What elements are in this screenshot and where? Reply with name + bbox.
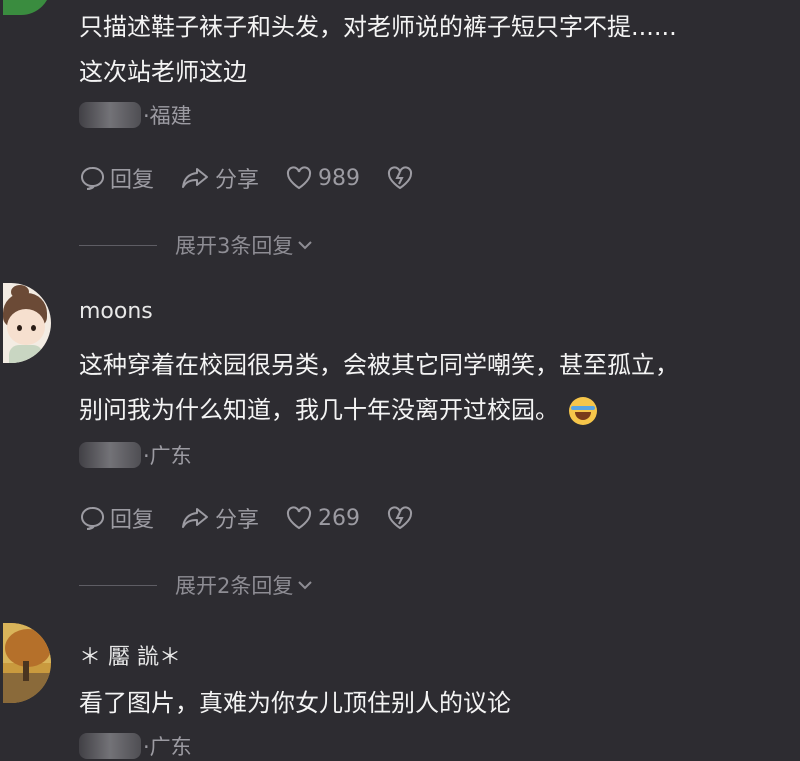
comment-text-line: 这种穿着在校园很另类，会被其它同学嘲笑，甚至孤立， [79,351,679,379]
comment-location: ·广东 [79,440,192,470]
avatar[interactable] [3,283,51,363]
comment-text-line: 看了图片，真难为你女儿顶住别人的议论 [79,689,511,717]
chevron-down-icon [298,241,313,250]
avatar[interactable] [3,0,51,15]
blurred-time [79,442,141,468]
reply-label: 回复 [110,508,155,533]
username[interactable]: ＊ 靨 詤＊ [79,639,181,671]
broken-heart-icon [388,166,413,190]
dislike-button[interactable] [386,165,419,191]
blurred-time [79,733,141,759]
reply-button[interactable]: 回复 [79,162,154,194]
dislike-button[interactable] [386,505,419,531]
like-count: 269 [318,505,361,531]
reply-button[interactable]: 回复 [79,502,154,534]
expand-replies[interactable]: 展开2条回复 [79,570,314,600]
like-count: 989 [318,165,361,191]
heart-icon [287,506,312,530]
like-button[interactable]: 269 [285,505,360,531]
comment-location: ·广东 [79,731,192,761]
comment-actions: 回复 分享 269 [79,502,445,534]
comment-icon [81,166,104,190]
share-icon [182,508,209,528]
location-label: ·广东 [143,735,192,759]
comment-actions: 回复 分享 989 [79,162,445,194]
expand-label: 展开3条回复 [175,234,294,258]
comment-text-line: 这次站老师这边 [79,58,247,86]
comment-icon [81,506,104,530]
comment-text-line: 只描述鞋子袜子和头发，对老师说的裤子短只字不提...... [79,13,677,41]
divider [79,244,157,246]
like-button[interactable]: 989 [285,165,360,191]
chevron-down-icon [298,581,313,590]
reply-label: 回复 [110,168,155,193]
share-label: 分享 [215,168,260,193]
broken-heart-icon [388,506,413,530]
blurred-time [79,102,141,128]
share-button[interactable]: 分享 [180,162,259,194]
avatar[interactable] [3,623,51,703]
location-label: ·广东 [143,444,192,468]
share-label: 分享 [215,508,260,533]
expand-label: 展开2条回复 [175,574,294,598]
divider [79,584,157,586]
expand-replies[interactable]: 展开3条回复 [79,230,314,260]
share-button[interactable]: 分享 [180,502,259,534]
heart-icon [287,166,312,190]
location-label: ·福建 [143,104,192,128]
username[interactable]: moons [79,299,153,324]
share-icon [182,168,209,188]
comment-text-line: 别问我为什么知道，我几十年没离开过校园。 [79,391,597,430]
laughing-crying-emoji [569,397,597,425]
comment-location: ·福建 [79,100,192,130]
